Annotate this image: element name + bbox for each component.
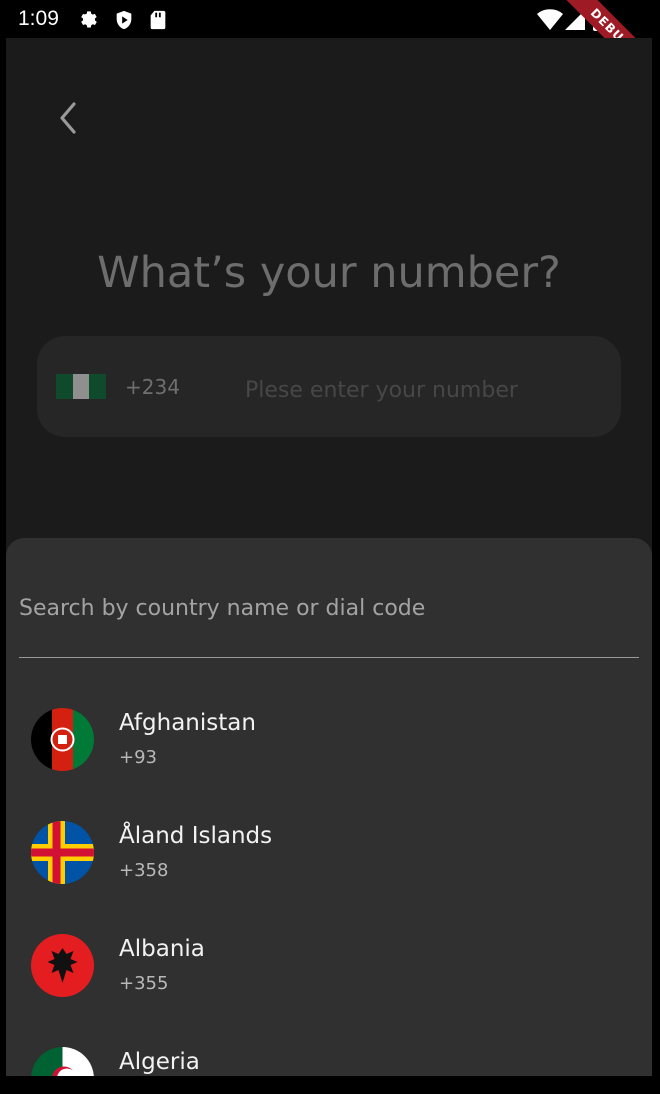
country-name: Algeria [119, 1049, 200, 1075]
afghanistan-flag-icon [31, 708, 94, 771]
shield-play-icon [116, 10, 132, 30]
phone-number-input[interactable] [243, 374, 607, 406]
country-item-afghanistan[interactable]: Afghanistan +93 [6, 690, 652, 803]
aland-islands-flag-icon [31, 821, 94, 884]
country-name: Albania [119, 936, 205, 962]
page-title: What’s your number? [97, 248, 561, 298]
country-dial-code: +355 [119, 973, 169, 994]
nigeria-flag-icon[interactable] [56, 374, 107, 399]
country-search-input[interactable] [19, 590, 639, 626]
sd-card-icon [150, 10, 166, 30]
country-item-albania[interactable]: Albania +355 [6, 916, 652, 1029]
country-dial-code: +93 [119, 747, 157, 768]
status-time: 1:09 [18, 7, 59, 30]
algeria-flag-icon [31, 1047, 94, 1076]
country-name: Åland Islands [119, 823, 273, 849]
chevron-left-icon [60, 102, 76, 134]
search-underline [19, 657, 639, 658]
gear-icon [81, 11, 97, 28]
albania-flag-icon [31, 934, 94, 997]
country-item-algeria[interactable]: Algeria [6, 1029, 652, 1076]
country-picker-sheet: Afghanistan +93 Åland Islands +358 [6, 538, 652, 1076]
device-screen: 1:09 DEBUG What’s your number? +234 Ples… [6, 0, 652, 1076]
dial-code[interactable]: +234 [125, 375, 180, 399]
country-list: Afghanistan +93 Åland Islands +358 Alban… [6, 690, 652, 1076]
country-dial-code: +358 [119, 860, 169, 881]
phone-number-field: +234 [37, 336, 621, 437]
back-button[interactable] [50, 98, 86, 138]
status-bar: 1:09 DEBUG [6, 0, 652, 90]
country-name: Afghanistan [119, 710, 256, 736]
country-item-aland-islands[interactable]: Åland Islands +358 [6, 803, 652, 916]
